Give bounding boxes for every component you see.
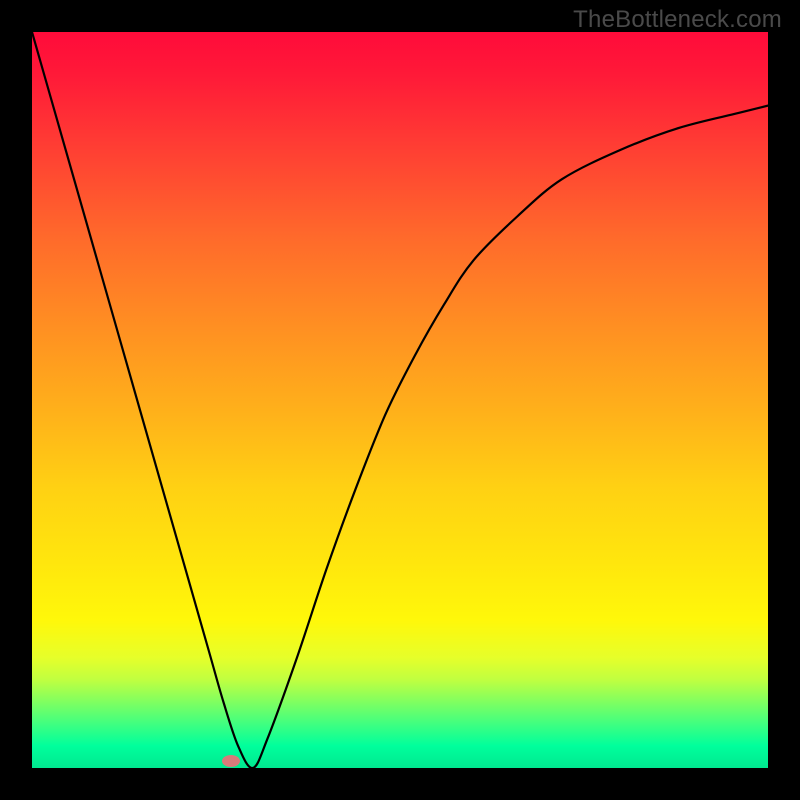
bottleneck-curve (32, 32, 768, 768)
chart-frame: TheBottleneck.com (0, 0, 800, 800)
plot-area (32, 32, 768, 768)
minimum-marker (222, 755, 240, 767)
watermark-text: TheBottleneck.com (573, 6, 782, 34)
